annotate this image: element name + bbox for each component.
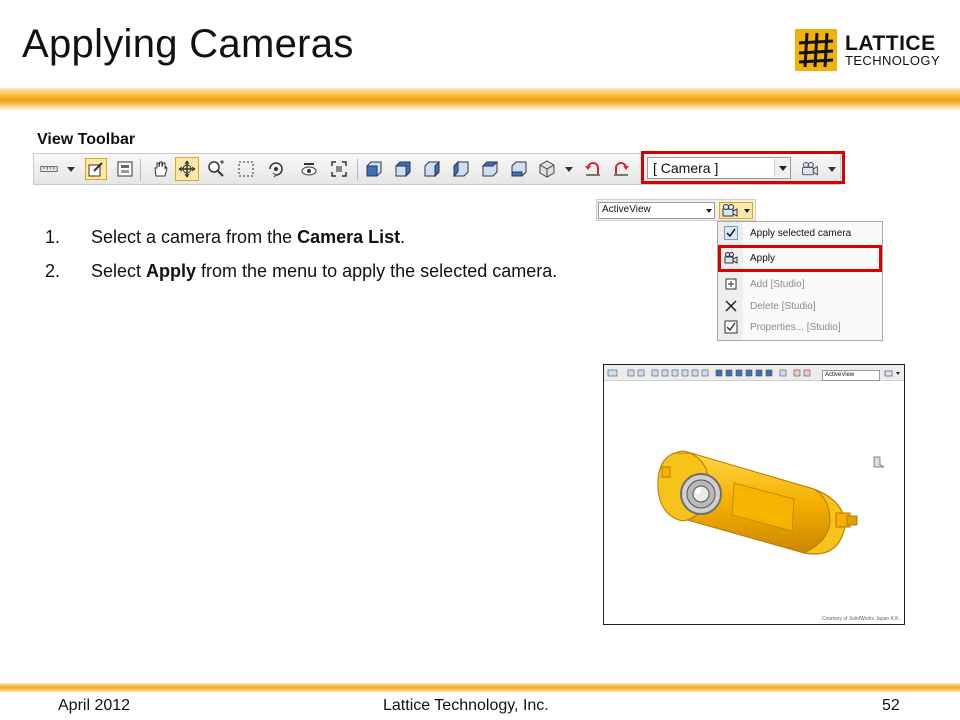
- view-bottom-icon[interactable]: [510, 160, 528, 178]
- list-item: 1. Select a camera from the Camera List.: [45, 225, 571, 249]
- list-item: 2. Select Apply from the menu to apply t…: [45, 259, 571, 283]
- step-text: Select a camera from the: [91, 227, 298, 247]
- toolbar-divider: [140, 159, 141, 181]
- undo-view-icon[interactable]: [584, 160, 602, 178]
- apply-highlight: [718, 245, 882, 272]
- footer-date: April 2012: [58, 697, 131, 714]
- instruction-list: 1. Select a camera from the Camera List.…: [45, 225, 571, 293]
- view-top-icon[interactable]: [481, 160, 499, 178]
- toolbar-divider: [357, 159, 358, 181]
- chevron-down-icon[interactable]: [703, 203, 715, 218]
- add-icon: [724, 277, 738, 291]
- step-text: from the menu to apply the selected came…: [196, 261, 558, 281]
- zoom-box-icon[interactable]: [237, 160, 255, 178]
- step-bold: Apply: [146, 261, 197, 281]
- camera-list-select[interactable]: ActiveView: [598, 202, 715, 219]
- viewer-camera-select[interactable]: ActiveView: [822, 370, 880, 381]
- fit-icon[interactable]: [330, 160, 348, 178]
- delete-icon: [724, 299, 738, 313]
- properties-icon: [724, 320, 738, 334]
- menu-item-label: Add [Studio]: [750, 279, 805, 290]
- orbit-icon[interactable]: [267, 160, 285, 178]
- check-icon: [724, 226, 738, 240]
- logo-line1: LATTICE: [845, 32, 936, 55]
- rotate-icon[interactable]: [175, 157, 199, 181]
- chevron-down-icon[interactable]: [67, 167, 75, 172]
- footer-band: [0, 683, 960, 692]
- view-right-icon[interactable]: [452, 160, 470, 178]
- step-number: 1.: [45, 227, 61, 247]
- logo-line2: TECHNOLOGY: [845, 53, 941, 68]
- footer-company: Lattice Technology, Inc.: [383, 697, 549, 714]
- viewer-toolbar-icons: [607, 369, 811, 377]
- step-number: 2.: [45, 261, 61, 281]
- select-icon[interactable]: [85, 158, 107, 180]
- viewer-toolbar: ActiveView: [604, 365, 904, 381]
- viewer-window: ActiveView Courtesy of SolidWorks Japan …: [603, 364, 905, 625]
- menu-item-delete-studio[interactable]: Delete [Studio]: [718, 296, 882, 318]
- menu-item-apply-selected-camera[interactable]: Apply selected camera: [718, 223, 882, 245]
- step-text: .: [400, 227, 406, 247]
- lattice-logo: LATTICE TECHNOLOGY: [795, 28, 940, 72]
- page-number: 52: [882, 697, 900, 714]
- walk-icon[interactable]: [300, 160, 318, 178]
- view-back-icon[interactable]: [394, 160, 412, 178]
- camera-icon[interactable]: [882, 365, 904, 380]
- menu-item-properties-studio[interactable]: Properties... [Studio]: [718, 317, 882, 339]
- slide-title: Applying Cameras: [22, 22, 354, 66]
- camera-menu-button[interactable]: [719, 202, 753, 219]
- camera-icon: [722, 204, 750, 217]
- section-label: View Toolbar: [37, 131, 136, 148]
- header-band: [0, 88, 960, 110]
- zoom-icon[interactable]: [207, 160, 225, 178]
- ruler-icon[interactable]: [40, 160, 62, 178]
- redo-view-icon[interactable]: [612, 160, 630, 178]
- chevron-down-icon[interactable]: [565, 167, 573, 172]
- view-iso-icon[interactable]: [538, 160, 556, 178]
- camera-3d-model: [657, 450, 885, 555]
- view-left-icon[interactable]: [423, 160, 441, 178]
- chevron-down-icon[interactable]: [774, 159, 790, 177]
- menu-item-label: Properties... [Studio]: [750, 322, 841, 333]
- menu-item-label: Apply selected camera: [750, 228, 852, 239]
- pan-icon[interactable]: [151, 160, 169, 178]
- menu-item-add-studio[interactable]: Add [Studio]: [718, 274, 882, 296]
- menu-item-label: Delete [Studio]: [750, 301, 816, 312]
- step-bold: Camera List: [297, 227, 401, 247]
- view-front-icon[interactable]: [365, 160, 383, 178]
- properties-icon[interactable]: [116, 160, 134, 178]
- image-credit: Courtesy of SolidWorks Japan K.K.: [822, 616, 900, 622]
- lattice-logo-icon: [795, 29, 837, 71]
- step-text: Select: [91, 261, 147, 281]
- camera-list-select[interactable]: [ Camera ]: [647, 157, 791, 179]
